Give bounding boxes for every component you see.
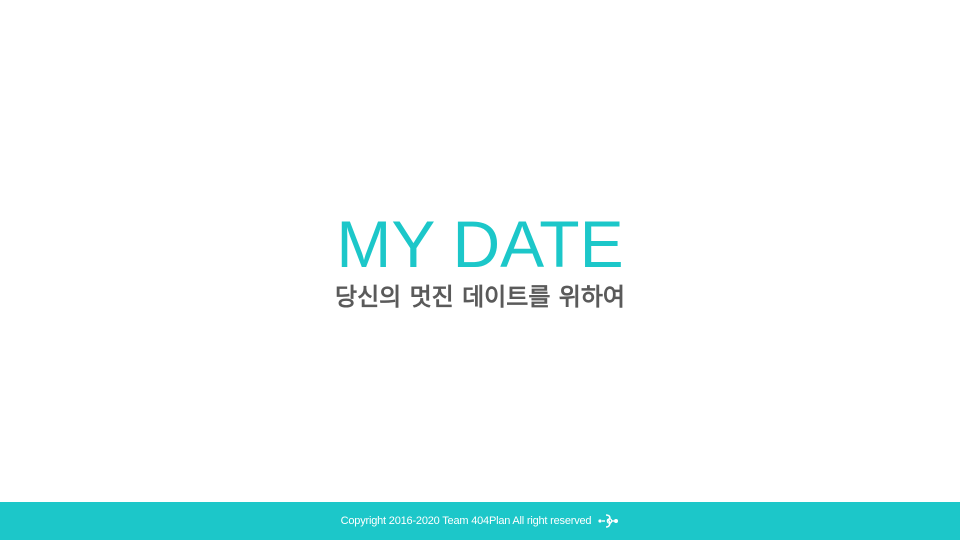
title-slide: MY DATE 당신의 멋진 데이트를 위하여 Copyright 2016-2… (0, 0, 960, 540)
hero-section: MY DATE 당신의 멋진 데이트를 위하여 (0, 208, 960, 312)
app-title: MY DATE (336, 207, 624, 281)
app-subtitle: 당신의 멋진 데이트를 위하여 (334, 283, 626, 311)
team-logo-icon (597, 512, 619, 530)
footer-bar: Copyright 2016-2020 Team 404Plan All rig… (0, 502, 960, 540)
copyright-text: Copyright 2016-2020 Team 404Plan All rig… (340, 515, 592, 527)
